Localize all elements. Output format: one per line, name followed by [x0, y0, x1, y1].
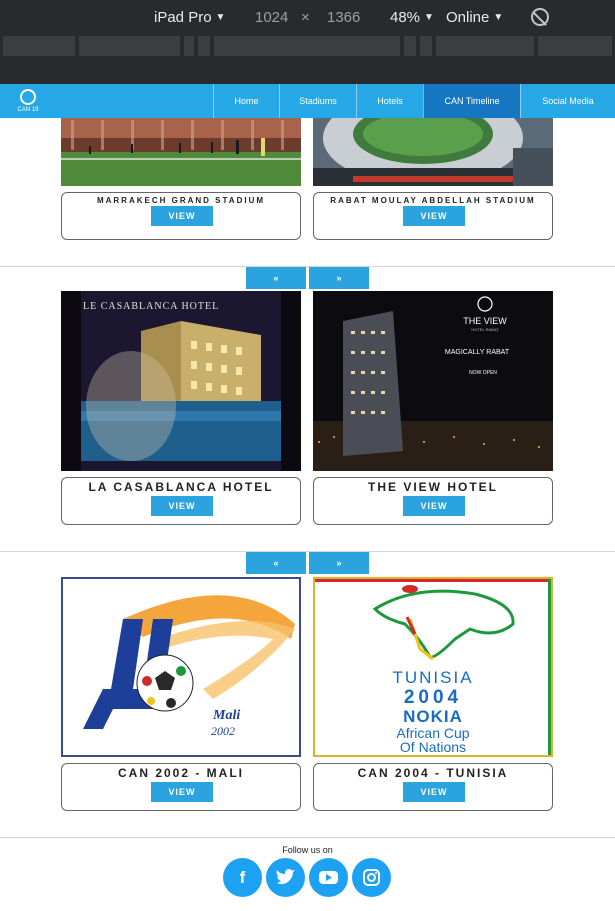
next-button[interactable]: »: [309, 267, 369, 289]
timeline-card-2002: CAN 2002 - MALI VIEW: [61, 763, 301, 811]
logo-text: 2002: [211, 724, 235, 738]
hotel-image-the-view[interactable]: THE VIEW HOTEL RABAT MAGICALLY RABAT NOW…: [313, 291, 553, 471]
logo-text: Of Nations: [400, 739, 466, 755]
stadium-card-marrakech: MARRAKECH GRAND STADIUM VIEW: [61, 192, 301, 240]
card-title: LA CASABLANCA HOTEL: [88, 480, 274, 494]
twitter-icon[interactable]: [266, 858, 305, 897]
card-title: CAN 2002 - MALI: [117, 766, 245, 780]
nav-social-media[interactable]: Social Media: [520, 84, 615, 118]
section-divider: [0, 837, 615, 838]
dimension-separator: ×: [301, 9, 310, 26]
view-button[interactable]: VIEW: [151, 496, 213, 516]
timeline-card-2004: CAN 2004 - TUNISIA VIEW: [313, 763, 553, 811]
can-2004-logo-image[interactable]: TUNISIA 2004 NOKIA African Cup Of Nation…: [313, 577, 553, 757]
site-navbar: CAN 19 Home Stadiums Hotels CAN Timeline…: [0, 84, 615, 118]
hotel-image-text: THE VIEW: [463, 316, 507, 326]
can-2002-logo-image[interactable]: Mali 2002: [61, 577, 301, 757]
logo-text: 2004: [404, 687, 462, 708]
hotel-image-casablanca[interactable]: LE CASABLANCA HOTEL: [61, 291, 301, 471]
hotel-image-text: LE CASABLANCA HOTEL: [83, 301, 219, 312]
device-width-input[interactable]: 1024: [255, 9, 288, 26]
device-height-input[interactable]: 1366: [327, 9, 360, 26]
stadium-image-marrakech[interactable]: [61, 118, 301, 186]
chevron-down-icon: ▼: [424, 12, 434, 23]
nav-stadiums[interactable]: Stadiums: [279, 84, 356, 118]
card-title: THE VIEW HOTEL: [368, 480, 498, 494]
section-divider: [0, 551, 615, 552]
facebook-icon[interactable]: f: [223, 858, 262, 897]
network-throttle-select[interactable]: Online ▼: [446, 9, 503, 26]
hotel-image-text: MAGICALLY RABAT: [445, 349, 510, 356]
logo-text: NOKIA: [403, 707, 463, 726]
card-title: RABAT MOULAY ABDELLAH STADIUM: [330, 196, 536, 205]
logo-text: Mali: [212, 708, 240, 723]
prev-button[interactable]: «: [246, 267, 306, 289]
view-button[interactable]: VIEW: [151, 782, 213, 802]
next-button[interactable]: »: [309, 552, 369, 574]
card-title: MARRAKECH GRAND STADIUM: [96, 196, 266, 205]
device-select[interactable]: iPad Pro ▼: [154, 9, 225, 26]
logo-text: CAN 19: [17, 107, 39, 113]
logo-text: TUNISIA: [392, 668, 473, 687]
stadium-card-rabat: RABAT MOULAY ABDELLAH STADIUM VIEW: [313, 192, 553, 240]
view-button[interactable]: VIEW: [151, 206, 213, 226]
hotel-card-the-view: THE VIEW HOTEL VIEW: [313, 477, 553, 525]
follow-us-text: Follow us on: [282, 845, 333, 855]
zoom-select[interactable]: 48% ▼: [390, 9, 434, 26]
rotate-icon[interactable]: [531, 8, 549, 26]
view-button[interactable]: VIEW: [403, 782, 465, 802]
view-button[interactable]: VIEW: [403, 206, 465, 226]
chevron-down-icon: ▼: [493, 12, 504, 23]
card-title: CAN 2004 - TUNISIA: [357, 766, 509, 780]
youtube-icon[interactable]: [309, 858, 348, 897]
stadium-image-rabat[interactable]: [313, 118, 553, 186]
hotel-card-casablanca: LA CASABLANCA HOTEL VIEW: [61, 477, 301, 525]
hotel-image-text: NOW OPEN: [469, 370, 497, 376]
instagram-icon[interactable]: [352, 858, 391, 897]
hotel-image-text: HOTEL RABAT: [471, 327, 499, 332]
section-divider: [0, 266, 615, 267]
site-logo[interactable]: CAN 19: [14, 86, 42, 116]
trophy-icon: [20, 89, 36, 105]
view-button[interactable]: VIEW: [403, 496, 465, 516]
nav-can-timeline[interactable]: CAN Timeline: [423, 84, 520, 118]
devtools-device-toolbar: iPad Pro ▼ 1024 × 1366 48% ▼ Online ▼: [0, 0, 615, 84]
nav-home[interactable]: Home: [213, 84, 279, 118]
prev-button[interactable]: «: [246, 552, 306, 574]
chevron-down-icon: ▼: [215, 12, 226, 23]
nav-hotels[interactable]: Hotels: [356, 84, 423, 118]
media-query-ruler[interactable]: [0, 36, 615, 56]
